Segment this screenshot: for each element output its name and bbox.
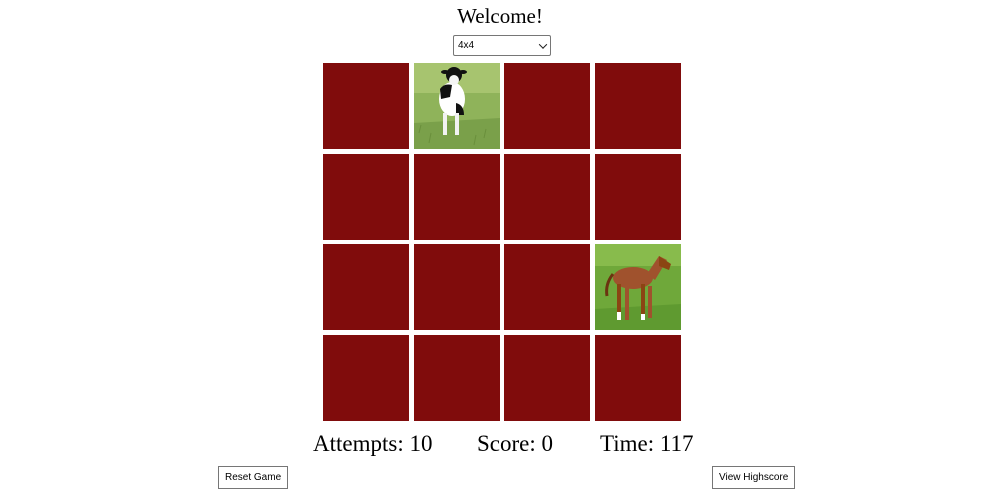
card-face-down[interactable]	[323, 335, 409, 421]
card-face-down[interactable]	[414, 154, 500, 240]
reset-game-button[interactable]: Reset Game	[218, 466, 289, 489]
chevron-down-icon	[538, 39, 548, 49]
score-stat: Score: 0	[477, 430, 553, 458]
board-size-select[interactable]: 4x4	[453, 35, 551, 56]
board-size-value: 4x4	[458, 40, 475, 51]
attempts-stat: Attempts: 10	[313, 430, 432, 458]
card-face-down[interactable]	[323, 154, 409, 240]
card-face-down[interactable]	[414, 335, 500, 421]
horse-image	[595, 244, 681, 330]
card-face-down[interactable]	[504, 335, 590, 421]
card-face-down[interactable]	[414, 244, 500, 330]
time-stat: Time: 117	[600, 430, 694, 458]
card-face-down[interactable]	[323, 63, 409, 149]
score-label: Score:	[477, 431, 536, 456]
attempts-value: 10	[409, 431, 433, 456]
attempts-label: Attempts:	[313, 431, 404, 456]
card-face-down[interactable]	[595, 63, 681, 149]
game-board	[323, 63, 681, 421]
card-face-down[interactable]	[504, 154, 590, 240]
card-horse[interactable]	[595, 244, 681, 330]
view-highscore-button[interactable]: View Highscore	[712, 466, 796, 489]
time-value: 117	[659, 431, 694, 456]
card-face-down[interactable]	[595, 154, 681, 240]
card-face-down[interactable]	[595, 335, 681, 421]
card-face-down[interactable]	[504, 63, 590, 149]
page-title: Welcome!	[457, 4, 543, 28]
cow-image	[414, 63, 500, 149]
time-label: Time:	[600, 431, 655, 456]
score-value: 0	[541, 431, 554, 456]
card-face-down[interactable]	[504, 244, 590, 330]
card-face-down[interactable]	[323, 244, 409, 330]
card-cow[interactable]	[414, 63, 500, 149]
